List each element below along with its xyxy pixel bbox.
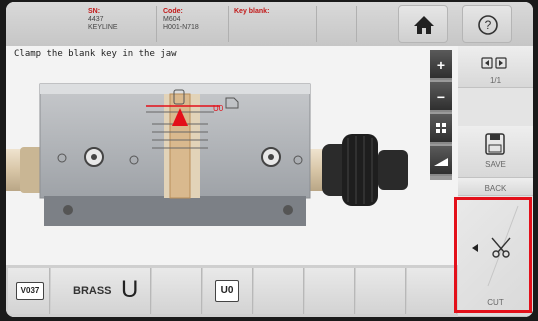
knob-end bbox=[378, 150, 408, 190]
cut-highlight-box bbox=[454, 197, 532, 313]
zoom-in-button[interactable]: + bbox=[430, 50, 452, 80]
empty-slot[interactable] bbox=[356, 268, 406, 314]
empty-slot[interactable] bbox=[254, 268, 304, 314]
bolt-center bbox=[268, 154, 274, 160]
home-icon bbox=[414, 16, 434, 34]
jaw-top-edge bbox=[40, 84, 310, 94]
fit-view-button[interactable] bbox=[430, 114, 452, 144]
save-button[interactable]: SAVE bbox=[458, 126, 533, 178]
svg-text:?: ? bbox=[485, 18, 492, 32]
header-bar: SN: 4437 KEYLINE Code: M604 H001-N718 Ke… bbox=[6, 2, 533, 46]
u-marker: U0 bbox=[213, 104, 224, 113]
divider bbox=[228, 6, 229, 42]
profile-letter: U bbox=[121, 276, 139, 303]
divider bbox=[356, 6, 357, 42]
home-button[interactable] bbox=[398, 5, 448, 43]
bottom-bar: V037 BRASS U U0 bbox=[6, 265, 458, 317]
bolt-center bbox=[91, 154, 97, 160]
serial-value: 4437 bbox=[88, 16, 104, 23]
help-button[interactable]: ? bbox=[462, 5, 512, 43]
arrows-icon bbox=[481, 57, 507, 69]
empty-slot[interactable] bbox=[152, 268, 202, 314]
code-label: Code: bbox=[163, 8, 183, 15]
floppy-disk-icon bbox=[485, 133, 505, 155]
material-label: BRASS bbox=[73, 285, 112, 297]
ruler-button[interactable] bbox=[430, 146, 452, 176]
serial-label: SN: bbox=[88, 8, 101, 15]
zoom-toolbar: + − bbox=[430, 50, 452, 180]
navigate-button[interactable]: 1/1 bbox=[458, 46, 533, 88]
jaw-base bbox=[44, 196, 306, 226]
empty-slot[interactable] bbox=[407, 268, 457, 314]
back-label: BACK bbox=[484, 184, 507, 193]
key-blank-label: Key blank: bbox=[234, 8, 270, 15]
empty-slot[interactable] bbox=[305, 268, 355, 314]
knob-grip bbox=[342, 134, 378, 206]
code-value: M604 bbox=[163, 16, 181, 23]
empty-slot[interactable]: U0 bbox=[203, 268, 253, 314]
material-cell[interactable]: BRASS U bbox=[51, 268, 151, 314]
plus-icon: + bbox=[436, 57, 446, 73]
divider bbox=[156, 6, 157, 42]
zoom-out-button[interactable]: − bbox=[430, 82, 452, 112]
serial-number-field: SN: 4437 KEYLINE bbox=[88, 8, 118, 32]
code-field: Code: M604 H001-N718 bbox=[163, 8, 199, 32]
screw bbox=[63, 205, 73, 215]
jaw-illustration: U0 bbox=[6, 83, 408, 226]
tag-badge: U0 bbox=[215, 280, 239, 302]
ruler-icon bbox=[434, 158, 448, 166]
divider bbox=[316, 6, 317, 42]
key-code-badge: V037 bbox=[16, 282, 44, 300]
serial-sub: KEYLINE bbox=[88, 24, 118, 31]
save-label: SAVE bbox=[485, 160, 506, 169]
key-code-cell[interactable]: V037 bbox=[8, 268, 50, 314]
page-indicator: 1/1 bbox=[489, 76, 502, 85]
screw bbox=[283, 205, 293, 215]
back-button[interactable]: BACK bbox=[458, 178, 533, 196]
code-sub: H001-N718 bbox=[163, 24, 199, 31]
fit-icon bbox=[436, 123, 446, 133]
help-icon: ? bbox=[478, 15, 498, 35]
minus-icon: − bbox=[436, 89, 446, 105]
key-blank-field: Key blank: bbox=[234, 8, 269, 16]
